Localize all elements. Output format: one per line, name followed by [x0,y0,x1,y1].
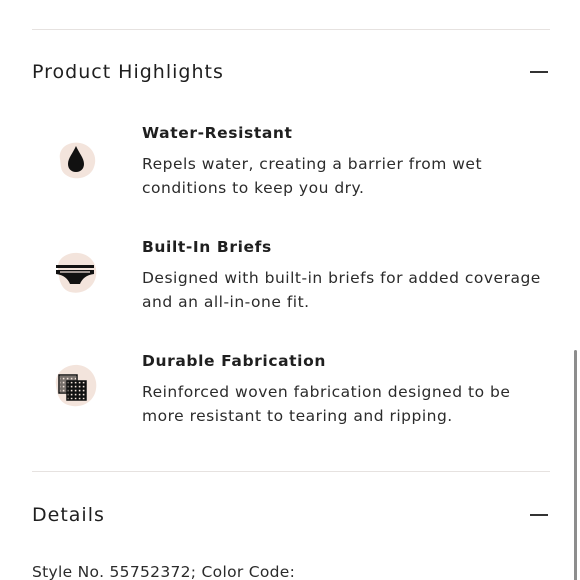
details-title: Details [32,504,105,526]
feature-description: Repels water, creating a barrier from we… [142,155,483,197]
briefs-icon [56,252,97,293]
product-page: Product Highlights Water-Resistant Repel… [0,0,580,580]
style-number: Style No. 55752372; Color Code: [32,563,296,580]
details-divider [32,471,550,472]
highlights-title: Product Highlights [32,61,224,83]
minus-icon[interactable] [530,514,548,516]
feature-description: Reinforced woven fabrication designed to… [142,383,511,425]
feature-title: Durable Fabrication [142,352,326,370]
woven-fabric-icon [55,364,97,407]
feature-description: Designed with built-in briefs for added … [142,269,541,311]
scrollbar[interactable] [574,350,577,580]
highlights-accordion-header[interactable]: Product Highlights [32,57,550,87]
top-divider [32,29,550,30]
water-drop-icon [59,142,96,179]
feature-title: Built-In Briefs [142,238,272,256]
minus-icon[interactable] [530,71,548,73]
details-accordion-header[interactable]: Details [32,500,550,530]
feature-title: Water-Resistant [142,124,293,142]
